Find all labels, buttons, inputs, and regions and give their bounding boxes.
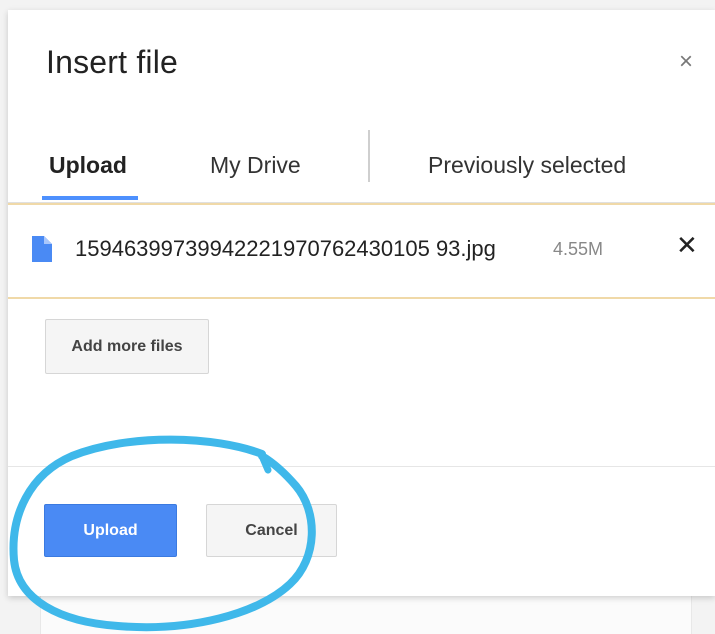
background-page [40,596,692,634]
insert-file-dialog: Insert file × Upload My Drive Previously… [8,10,715,596]
file-name: 15946399739942221970762430105 93.jpg [75,236,496,261]
close-icon[interactable]: × [679,50,693,74]
tab-upload[interactable]: Upload [49,152,127,179]
dialog-title: Insert file [46,44,179,80]
file-list-item: 15946399739942221970762430105 93.jpg 4.5… [8,203,715,299]
remove-file-icon[interactable]: ✕ [676,232,698,258]
screen: Insert file × Upload My Drive Previously… [0,0,715,634]
tab-bar: Upload My Drive Previously selected [8,130,715,203]
tab-divider [368,130,370,182]
active-tab-indicator [42,196,138,200]
cancel-button[interactable]: Cancel [206,504,337,557]
add-more-files-button[interactable]: Add more files [45,319,209,374]
upload-button[interactable]: Upload [44,504,177,557]
file-size: 4.55M [553,239,604,259]
tab-my-drive[interactable]: My Drive [210,152,301,179]
footer-divider [8,466,715,467]
document-icon [32,236,52,262]
tab-previously-selected[interactable]: Previously selected [428,152,626,179]
